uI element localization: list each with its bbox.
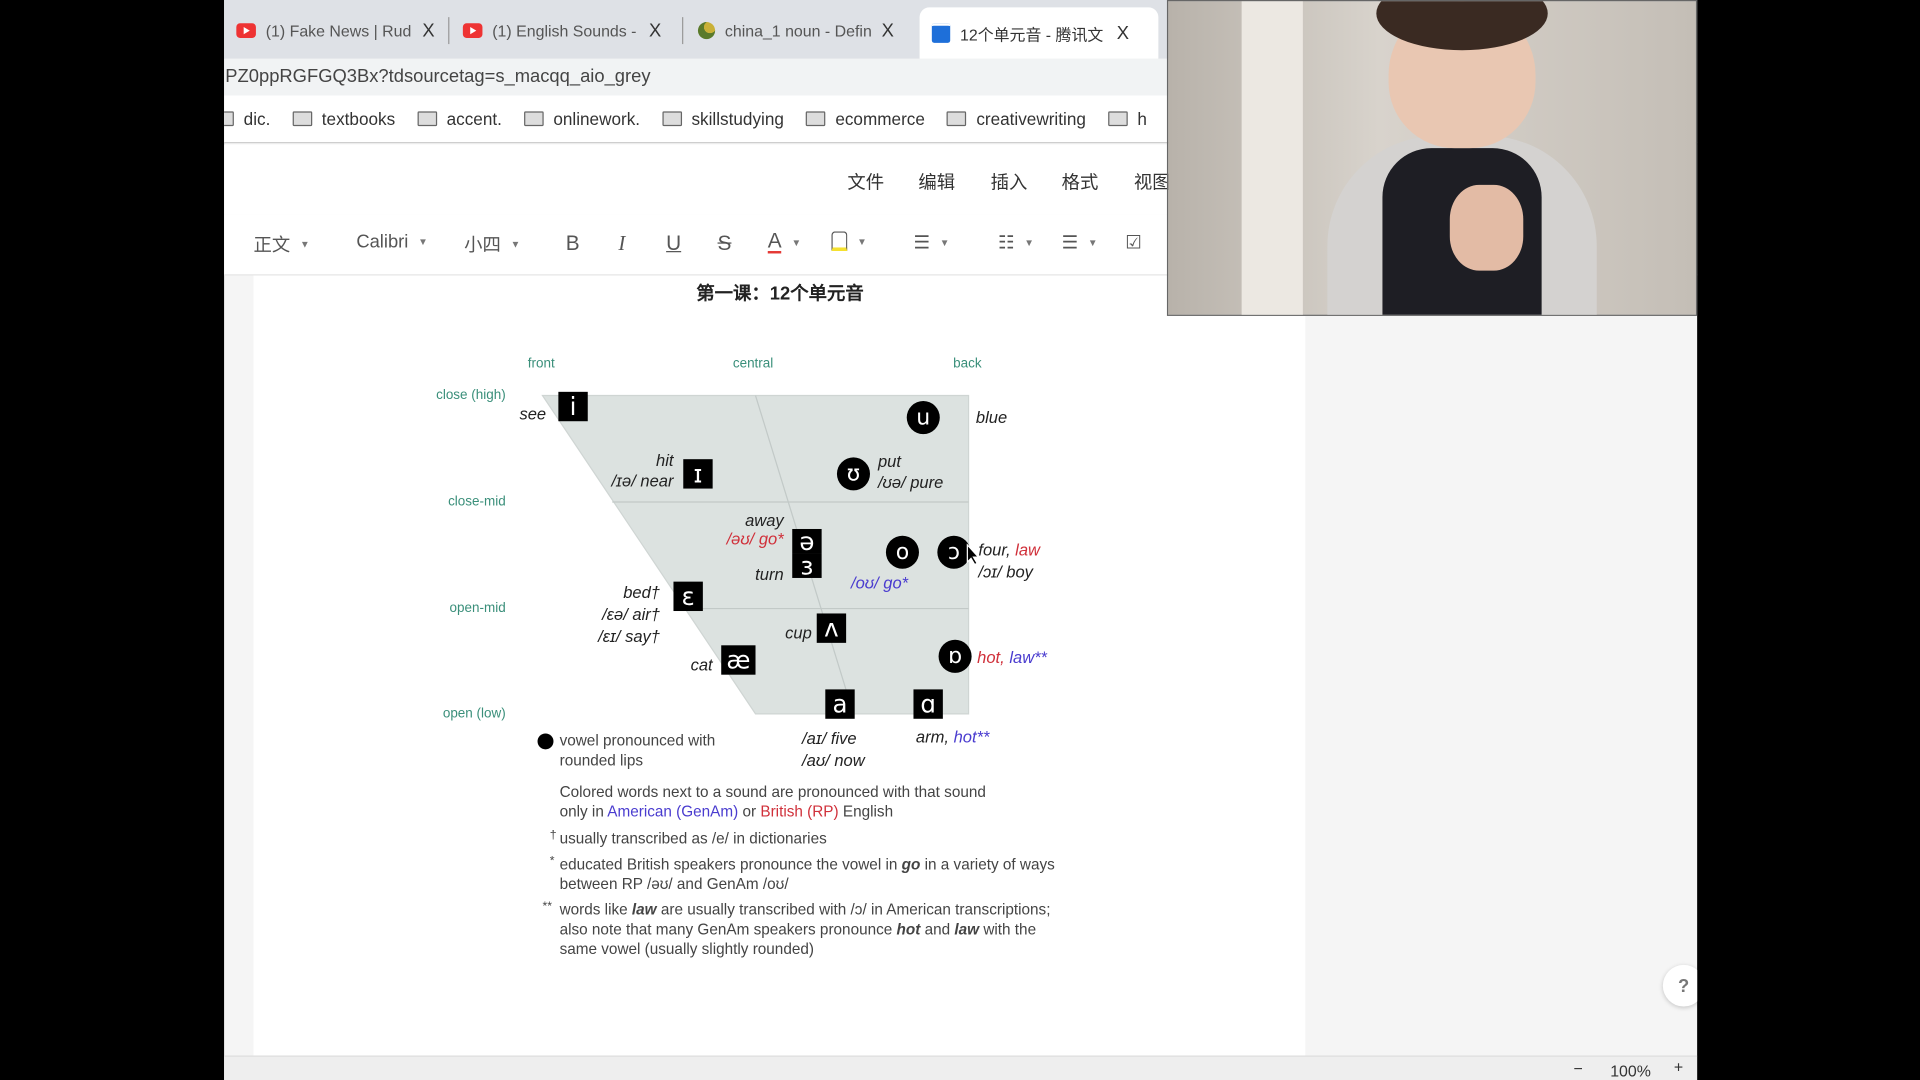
vowel-i: i [558,391,588,422]
legend-line-1: vowel pronounced with [559,732,716,750]
word-arm-hot: arm, hot** [915,727,990,747]
note-colored-1: Colored words next to a sound are pronou… [559,783,986,801]
note-dstar-3: same vowel (usually slightly rounded) [559,940,814,958]
axis-front: front [527,356,555,372]
vowel-er: ɜ [792,551,822,580]
word-put: put [877,452,901,471]
star-mark: * [549,854,555,869]
vowel-wedge: ʌ [816,613,847,643]
note-dstar-2: also note that many GenAm speakers prono… [559,920,1037,938]
note-star-2: between RP /əʊ/ and GenAm /oʊ/ [559,875,789,893]
word-cat: cat [690,655,713,675]
webcam-video-overlay [1166,0,1698,316]
word-turn: turn [755,565,784,584]
word-away: away [745,511,784,530]
word-boy: /ɔɪ/ boy [978,562,1033,582]
word-hot-law: hot, law** [977,648,1047,667]
word-go-rp: /əʊ/ go* [726,529,784,548]
axis-open: open (low) [442,706,506,722]
word-hit: hit [656,451,674,470]
rounded-lips-bullet-icon [537,733,554,750]
vowel-aa: ɑ [913,689,943,719]
vowel-schwa: ə [792,527,822,556]
word-go-am: /oʊ/ go* [851,573,909,593]
word-five: /aɪ/ five [802,729,857,748]
axis-close-mid: close-mid [448,494,506,510]
word-blue: blue [975,408,1008,427]
word-cup: cup [785,623,812,643]
word-say: /ɛɪ/ say† [598,627,661,646]
mouse-cursor-icon [966,543,980,566]
vowel-u: u [906,401,940,435]
word-near: /ɪə/ near [611,472,674,491]
axis-back: back [953,356,982,372]
word-four-law: four, law [978,540,1040,559]
vowel-e: ɛ [673,581,703,612]
double-star-mark: ** [542,900,552,914]
vowel-o: o [885,535,919,569]
axis-open-mid: open-mid [449,601,506,616]
note-star-1: educated British speakers pronounce the … [559,855,1055,874]
vowel-a: a [825,689,855,719]
legend-line-2: rounded lips [559,751,643,769]
word-now: /aʊ/ now [802,751,865,770]
dagger-mark: † [549,828,557,843]
vowel-short-i: ɪ [683,459,713,489]
word-air: /ɛə/ air† [602,605,661,624]
note-colored-2: only in American (GenAm) or British (RP)… [559,803,894,821]
vowel-ob: ɒ [938,639,972,673]
word-bed: bed† [623,583,661,602]
note-dagger: usually transcribed as /e/ in dictionari… [559,830,827,848]
word-pure: /ʊə/ pure [877,473,944,492]
note-dstar-1: words like law are usually transcribed w… [559,901,1051,919]
vowel-short-u: ʊ [836,457,871,491]
vowel-ae: æ [721,645,756,675]
word-see: see [519,404,547,424]
axis-central: central [732,356,774,372]
axis-close: close (high) [436,388,506,403]
background-door [1241,1,1303,315]
person-hands [1449,184,1524,271]
